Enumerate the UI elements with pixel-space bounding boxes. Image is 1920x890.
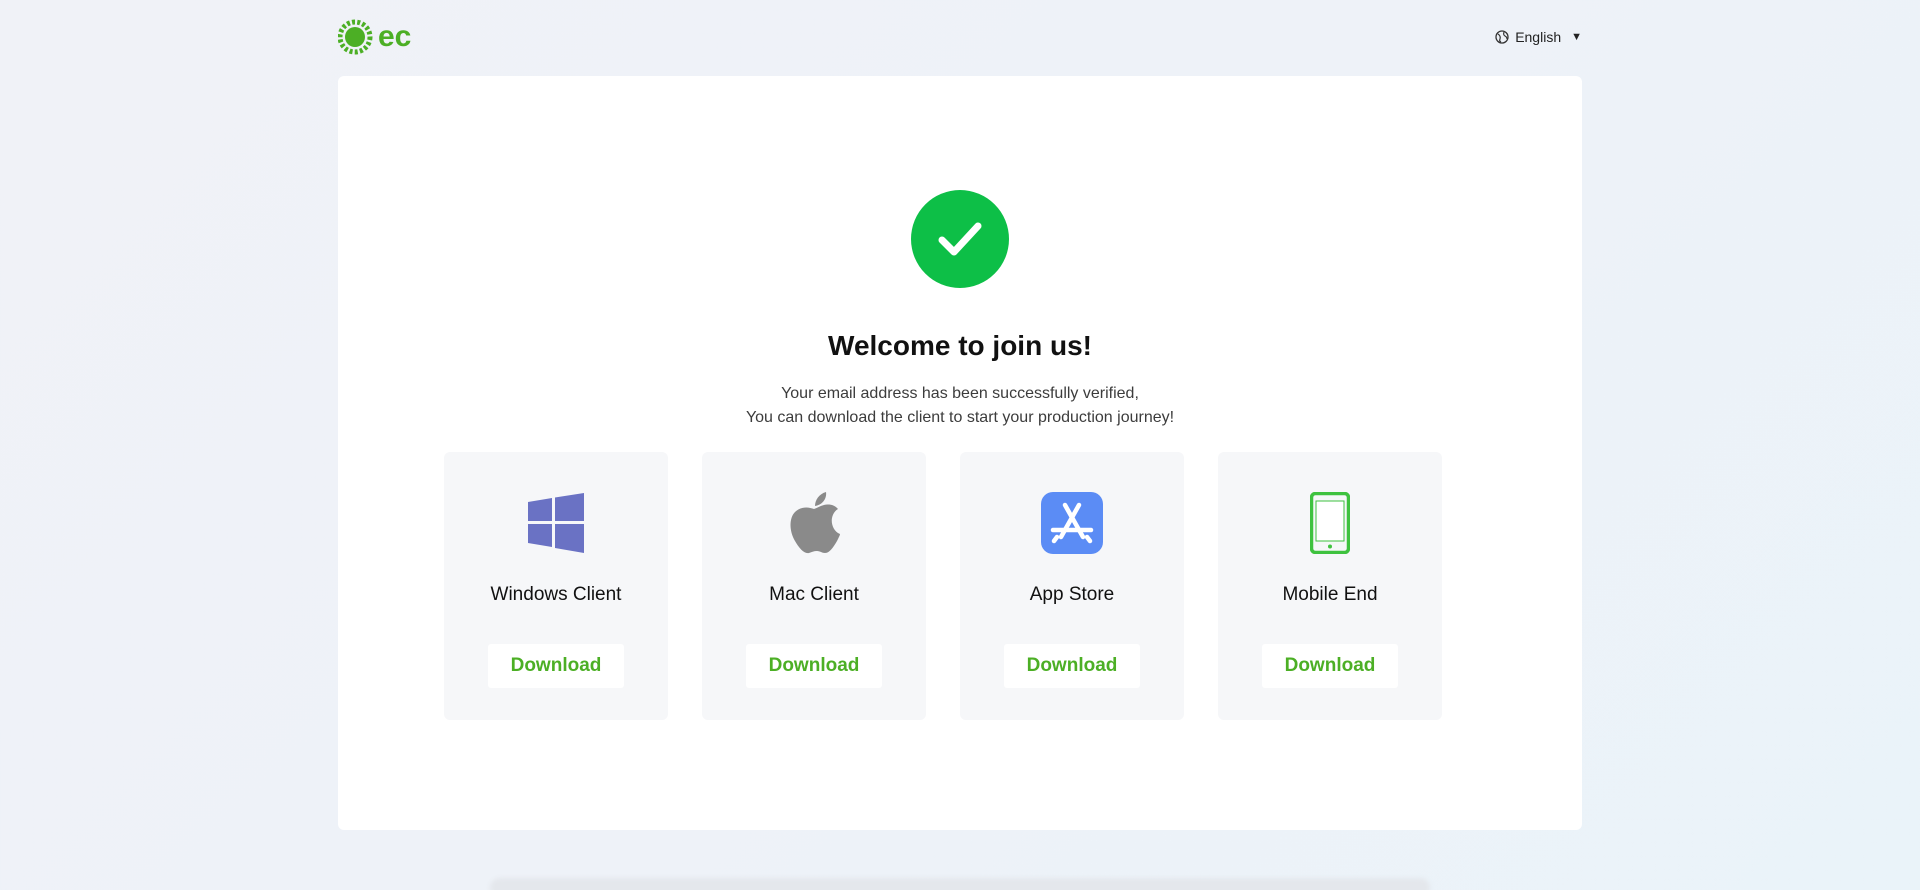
tile-label: Mac Client (769, 584, 859, 605)
svg-text:ec: ec (378, 20, 411, 53)
logo[interactable]: ec (338, 18, 420, 56)
download-tile-app-store: App Store Download (960, 452, 1184, 720)
download-windows-button[interactable]: Download (488, 644, 624, 688)
tile-label: App Store (1029, 584, 1115, 605)
download-tile-mac: Mac Client Download (702, 452, 926, 720)
windows-icon (525, 492, 587, 554)
verification-message: Your email address has been successfully… (338, 382, 1582, 430)
tile-label: Windows Client (490, 584, 622, 605)
download-mobile-button[interactable]: Download (1262, 644, 1398, 688)
download-options: Windows Client Download Mac Client Downl… (444, 452, 1444, 720)
language-selector[interactable]: English ▼ (1495, 26, 1582, 48)
chevron-down-icon: ▼ (1571, 31, 1582, 43)
download-mac-button[interactable]: Download (746, 644, 882, 688)
language-label: English (1515, 29, 1562, 45)
download-tile-mobile: Mobile End Download (1218, 452, 1442, 720)
download-tile-windows: Windows Client Download (444, 452, 668, 720)
welcome-card: Welcome to join us! Your email address h… (338, 76, 1582, 830)
tile-label: Mobile End (1282, 584, 1378, 605)
globe-icon (1495, 30, 1509, 44)
apple-icon (783, 492, 845, 554)
page-title: Welcome to join us! (828, 330, 1092, 361)
top-bar: ec English ▼ (338, 18, 1582, 56)
description-line-1: Your email address has been successfully… (781, 385, 1139, 402)
app-store-icon (1041, 492, 1103, 554)
success-check-icon (911, 190, 1009, 288)
description-line-2: You can download the client to start you… (745, 409, 1175, 426)
download-app-store-button[interactable]: Download (1004, 644, 1140, 688)
bottom-shadow (490, 878, 1430, 890)
mobile-icon (1299, 492, 1361, 554)
ec-logo-icon: ec (338, 19, 411, 55)
